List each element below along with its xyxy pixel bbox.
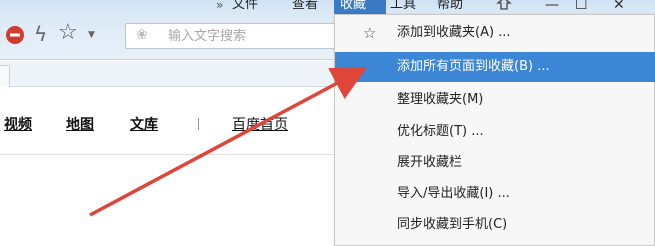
menu-item-label: 优化标题(T) ... [397,124,484,139]
menu-item-label: 添加所有页面到收藏(B) ... [397,59,550,74]
menu-overflow-indicator[interactable]: » [216,0,223,14]
menu-tools[interactable]: 工具 [390,0,416,14]
nav-link-library[interactable]: 文库 [130,114,158,134]
star-icon[interactable]: ☆ [58,20,80,45]
baidu-nav: 视频 地图 文库 百度首页 [0,114,340,134]
menu-item-label: 导入/导出收藏(I) ... [397,186,510,201]
minimize-button[interactable]: — [545,0,559,13]
content-divider [0,154,340,155]
star-icon: ☆ [363,24,377,42]
menu-file[interactable]: 文件 [232,0,258,14]
menu-item-import-export[interactable]: 导入/导出收藏(I) ... [335,179,655,209]
menu-item-optimize-titles[interactable]: 优化标题(T) ... [335,117,655,147]
menu-item-label: 展开收藏栏 [397,155,463,170]
maximize-button[interactable]: ☐ [575,0,588,13]
menu-bar: » 文件 查看 收藏 工具 帮助 — ☐ ✕ [0,0,655,14]
favorites-dropdown-menu: ☆ 添加到收藏夹(A) ... 添加所有页面到收藏(B) ... 整理收藏夹(M… [334,14,655,246]
chevron-down-icon[interactable]: ▼ [88,30,110,52]
menu-item-label: 添加到收藏夹(A) ... [397,25,511,40]
menu-item-add-all-pages[interactable]: 添加所有页面到收藏(B) ... [335,52,655,82]
bolt-icon[interactable]: ϟ [34,22,56,46]
close-button[interactable]: ✕ [613,0,625,13]
menu-favorites[interactable]: 收藏 [334,0,386,14]
nav-link-video[interactable]: 视频 [4,114,32,134]
menu-help[interactable]: 帮助 [437,0,463,14]
browser-tab[interactable] [0,65,10,87]
menu-item-organize-favorites[interactable]: 整理收藏夹(M) [335,85,655,115]
security-icon[interactable] [4,24,26,46]
menu-item-sync-to-phone[interactable]: 同步收藏到手机(C) [335,210,655,240]
menu-item-expand-favorites-bar[interactable]: 展开收藏栏 [335,148,655,178]
menu-item-label: 整理收藏夹(M) [397,92,484,107]
nav-divider [198,118,199,130]
feedback-icon[interactable] [496,0,512,15]
menu-view[interactable]: 查看 [292,0,318,14]
search-box[interactable]: ❀ [125,23,345,49]
paw-icon: ❀ [136,27,148,43]
menu-item-label: 同步收藏到手机(C) [397,217,508,232]
nav-link-map[interactable]: 地图 [66,114,94,134]
nav-link-baidu-home[interactable]: 百度首页 [232,114,288,134]
search-input[interactable] [168,26,338,46]
menu-item-add-favorite[interactable]: ☆ 添加到收藏夹(A) ... [335,18,655,48]
